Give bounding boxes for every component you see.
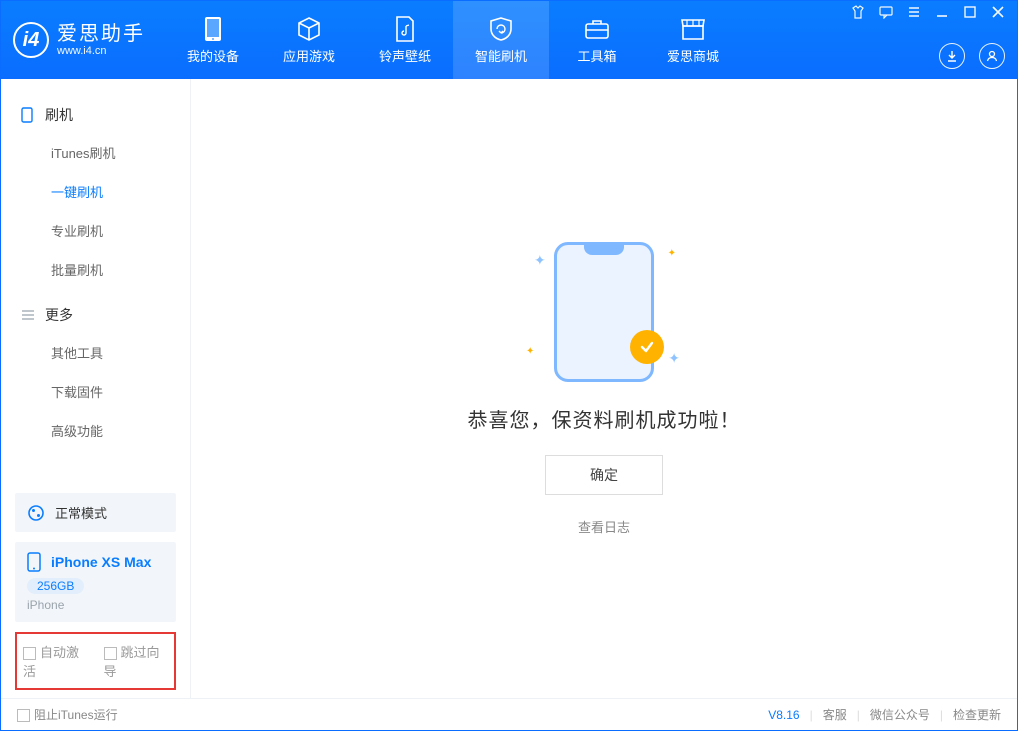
nav-apps-games[interactable]: 应用游戏 bbox=[261, 1, 357, 79]
nav-label: 应用游戏 bbox=[283, 46, 335, 65]
sidebar-item-other-tools[interactable]: 其他工具 bbox=[1, 333, 190, 372]
nav-label: 爱思商城 bbox=[667, 46, 719, 65]
phone-icon bbox=[200, 16, 226, 42]
nav-label: 我的设备 bbox=[187, 46, 239, 65]
mode-icon bbox=[27, 504, 45, 522]
skip-wizard-checkbox[interactable]: 跳过向导 bbox=[104, 642, 169, 680]
sidebar-item-download-firmware[interactable]: 下载固件 bbox=[1, 372, 190, 411]
ok-button[interactable]: 确定 bbox=[545, 455, 663, 495]
nav-label: 工具箱 bbox=[577, 46, 616, 65]
sparkle-icon: ✦ bbox=[668, 350, 680, 367]
view-log-link[interactable]: 查看日志 bbox=[578, 517, 630, 536]
minimize-button[interactable] bbox=[935, 5, 949, 19]
sidebar-group-more[interactable]: 更多 bbox=[1, 297, 190, 333]
footer-link-update[interactable]: 检查更新 bbox=[953, 706, 1001, 723]
sparkle-icon: ✦ bbox=[668, 248, 676, 259]
nav-my-device[interactable]: 我的设备 bbox=[165, 1, 261, 79]
version-label: V8.16 bbox=[768, 708, 799, 722]
sidebar-item-itunes-flash[interactable]: iTunes刷机 bbox=[1, 133, 190, 172]
device-type: iPhone bbox=[27, 598, 164, 612]
sidebar-group-flash[interactable]: 刷机 bbox=[1, 97, 190, 133]
app-subtitle: www.i4.cn bbox=[57, 45, 145, 57]
tshirt-icon[interactable] bbox=[851, 5, 865, 19]
sidebar-item-advanced[interactable]: 高级功能 bbox=[1, 411, 190, 450]
nav-ringtones-wallpapers[interactable]: 铃声壁纸 bbox=[357, 1, 453, 79]
status-bar: 阻止iTunes运行 V8.16 | 客服 | 微信公众号 | 检查更新 bbox=[1, 698, 1017, 730]
app-header: i4 爱思助手 www.i4.cn 我的设备 应用游戏 铃声壁纸 智能刷机 工具… bbox=[1, 1, 1017, 79]
device-info-card[interactable]: iPhone XS Max 256GB iPhone bbox=[15, 542, 176, 622]
cube-icon bbox=[296, 16, 322, 42]
logo-icon: i4 bbox=[13, 22, 49, 58]
phone-small-icon bbox=[27, 552, 41, 572]
nav-store[interactable]: 爱思商城 bbox=[645, 1, 741, 79]
nav-smart-flash[interactable]: 智能刷机 bbox=[453, 1, 549, 79]
block-itunes-checkbox[interactable]: 阻止iTunes运行 bbox=[17, 706, 118, 723]
window-controls bbox=[851, 5, 1005, 19]
maximize-button[interactable] bbox=[963, 5, 977, 19]
menu-icon[interactable] bbox=[907, 5, 921, 19]
sparkle-icon: ✦ bbox=[526, 346, 534, 357]
sidebar: 刷机 iTunes刷机 一键刷机 专业刷机 批量刷机 更多 其他工具 下载固件 … bbox=[1, 79, 191, 698]
user-button[interactable] bbox=[979, 43, 1005, 69]
list-icon bbox=[21, 309, 35, 321]
footer-link-support[interactable]: 客服 bbox=[823, 706, 847, 723]
group-title: 刷机 bbox=[45, 105, 73, 125]
device-mode: 正常模式 bbox=[55, 503, 107, 522]
device-name: iPhone XS Max bbox=[51, 554, 151, 570]
nav-label: 智能刷机 bbox=[475, 46, 527, 65]
success-illustration: ✦ ✦ ✦ ✦ bbox=[554, 242, 654, 382]
device-mode-card[interactable]: 正常模式 bbox=[15, 493, 176, 532]
top-nav: 我的设备 应用游戏 铃声壁纸 智能刷机 工具箱 爱思商城 bbox=[165, 1, 741, 79]
auto-activate-checkbox[interactable]: 自动激活 bbox=[23, 642, 88, 680]
sidebar-item-oneclick-flash[interactable]: 一键刷机 bbox=[1, 172, 190, 211]
device-small-icon bbox=[21, 107, 35, 123]
device-capacity: 256GB bbox=[27, 578, 84, 594]
music-file-icon bbox=[392, 16, 418, 42]
sparkle-icon: ✦ bbox=[534, 252, 546, 269]
nav-toolbox[interactable]: 工具箱 bbox=[549, 1, 645, 79]
flash-options-highlight: 自动激活 跳过向导 bbox=[15, 632, 176, 690]
download-button[interactable] bbox=[939, 43, 965, 69]
sidebar-item-batch-flash[interactable]: 批量刷机 bbox=[1, 250, 190, 289]
shop-icon bbox=[680, 16, 706, 42]
check-badge-icon bbox=[630, 330, 664, 364]
refresh-shield-icon bbox=[488, 16, 514, 42]
nav-label: 铃声壁纸 bbox=[379, 46, 431, 65]
footer-link-wechat[interactable]: 微信公众号 bbox=[870, 706, 930, 723]
feedback-icon[interactable] bbox=[879, 5, 893, 19]
main-content: ✦ ✦ ✦ ✦ 恭喜您，保资料刷机成功啦！ 确定 查看日志 bbox=[191, 79, 1017, 698]
app-title: 爱思助手 bbox=[57, 23, 145, 45]
success-message: 恭喜您，保资料刷机成功啦！ bbox=[468, 404, 741, 433]
group-title: 更多 bbox=[45, 305, 73, 325]
close-button[interactable] bbox=[991, 5, 1005, 19]
toolbox-icon bbox=[584, 16, 610, 42]
sidebar-item-pro-flash[interactable]: 专业刷机 bbox=[1, 211, 190, 250]
app-logo: i4 爱思助手 www.i4.cn bbox=[13, 22, 145, 58]
